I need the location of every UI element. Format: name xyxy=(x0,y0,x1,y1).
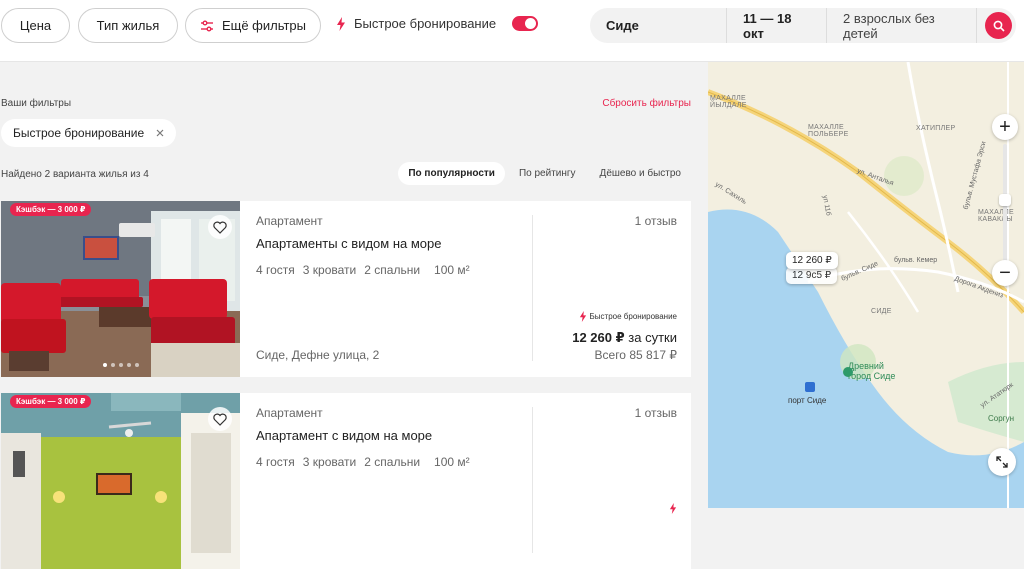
port-icon xyxy=(805,382,815,392)
price-unit: за сутки xyxy=(628,330,677,345)
more-filters-button[interactable]: Ещё фильтры xyxy=(185,8,321,43)
divider xyxy=(532,407,533,553)
map-price-pin[interactable]: 12 260 ₽ xyxy=(786,252,838,269)
results-count: Найдено 2 варианта жилья из 4 xyxy=(1,169,149,180)
listing-bedrooms: 2 спальни xyxy=(364,455,421,469)
cashback-badge: Кэшбэк — 3 000 ₽ xyxy=(10,395,92,408)
map[interactable]: МАХАЛЛЕ ЙЫЛДАЛЕ МАХАЛЛЕ ПОЛЬБЕРЕ ХАТИПЛЕ… xyxy=(708,62,1024,508)
search-icon xyxy=(993,20,1005,32)
more-filters-label: Ещё фильтры xyxy=(221,18,307,33)
active-filters-title: Ваши фильтры xyxy=(1,98,72,109)
search-dates-value: 11 — 18 окт xyxy=(743,10,792,41)
divider xyxy=(532,215,533,361)
price-filter-button[interactable]: Цена xyxy=(1,8,70,43)
search-location-value: Сиде xyxy=(606,18,639,33)
listing-bedrooms: 2 спальни xyxy=(364,263,421,277)
instant-booking-label: Быстрое бронирование xyxy=(354,16,497,31)
listing-area: 100 м² xyxy=(434,455,470,469)
housing-type-filter-button[interactable]: Тип жилья xyxy=(78,8,178,43)
poi-port[interactable]: порт Сиде xyxy=(788,396,826,405)
instant-booking-badge: Быстрое бронирование xyxy=(579,311,677,322)
listing-specs: 4 гостя 3 кровати 2 спальни 100 м² xyxy=(256,263,470,277)
listing-title[interactable]: Апартаменты с видом на море xyxy=(256,236,470,251)
listing-type: Апартамент xyxy=(256,406,323,420)
map-street: бульв. Кемер xyxy=(894,257,938,264)
listing-specs: 4 гостя 3 кровати 2 спальни 100 м² xyxy=(256,455,470,469)
lightning-icon xyxy=(669,503,677,514)
listing-info: Апартамент Апартаменты с видом на море 4… xyxy=(256,214,470,277)
lightning-icon xyxy=(579,311,586,322)
sort-popularity[interactable]: По популярности xyxy=(398,162,505,185)
zoom-out-button[interactable]: − xyxy=(992,260,1018,286)
listing-title[interactable]: Апартамент с видом на море xyxy=(256,428,470,443)
listing-beds: 3 кровати xyxy=(302,455,357,469)
poi-icon xyxy=(843,367,853,377)
search-dates[interactable]: 11 — 18 окт xyxy=(727,8,827,43)
listing-guests: 4 гостя xyxy=(256,455,295,469)
favorite-button[interactable] xyxy=(208,215,232,239)
map-label: ХАТИПЛЕР xyxy=(916,125,956,132)
lightning-icon xyxy=(337,16,345,31)
expand-icon xyxy=(996,456,1008,468)
listing-guests: 4 гостя xyxy=(256,263,295,277)
zoom-slider[interactable] xyxy=(999,144,1011,264)
sort-options: По популярности По рейтингу Дёшево и быс… xyxy=(398,162,691,185)
search-guests-value: 2 взрослых без детей xyxy=(843,10,935,41)
search-location[interactable]: Сиде xyxy=(590,8,727,43)
instant-booking-badge xyxy=(669,503,677,514)
living-room-photo xyxy=(1,393,240,569)
instant-booking-badge-label: Быстрое бронирование xyxy=(589,312,677,321)
cashback-badge: Кэшбэк — 3 000 ₽ xyxy=(10,203,92,216)
listing-reviews[interactable]: 1 отзыв xyxy=(635,406,677,420)
listing-photo[interactable]: Кэшбэк — 3 000 ₽ xyxy=(1,201,240,377)
listing-address: Сиде, Дефне улица, 2 xyxy=(256,348,380,362)
search-guests[interactable]: 2 взрослых без детей xyxy=(827,8,977,43)
listing-card[interactable]: Кэшбэк — 3 000 ₽ Апартамент Апартамент с… xyxy=(1,393,691,569)
results-panel: Ваши фильтры Сбросить фильтры Быстрое бр… xyxy=(0,62,708,569)
zoom-in-button[interactable]: + xyxy=(992,114,1018,140)
listing-price: 12 260 ₽ за сутки xyxy=(572,330,677,346)
housing-type-label: Тип жилья xyxy=(96,18,160,33)
listing-type: Апартамент xyxy=(256,214,323,228)
heart-icon xyxy=(213,413,227,426)
listing-reviews[interactable]: 1 отзыв xyxy=(635,214,677,228)
poi-ancient-city[interactable]: Древний город Сиде xyxy=(848,361,895,382)
map-price-pin[interactable]: 12 9с5 ₽ xyxy=(786,267,838,284)
favorite-button[interactable] xyxy=(208,407,232,431)
map-label: МАХАЛЛЕ КАВАКЛЫ xyxy=(978,209,1014,223)
instant-booking-toggle-group: Быстрое бронирование xyxy=(336,16,539,31)
price-filter-label: Цена xyxy=(19,18,52,33)
sort-cheap-fast[interactable]: Дёшево и быстро xyxy=(590,162,691,185)
expand-map-button[interactable] xyxy=(988,448,1016,476)
search-button[interactable] xyxy=(985,12,1012,39)
filter-chip-label: Быстрое бронирование xyxy=(13,126,145,140)
reset-filters-link[interactable]: Сбросить фильтры xyxy=(602,98,691,109)
listing-info: Апартамент Апартамент с видом на море 4 … xyxy=(256,406,470,469)
listing-beds: 3 кровати xyxy=(302,263,357,277)
instant-booking-toggle[interactable] xyxy=(512,16,539,31)
close-icon[interactable] xyxy=(156,129,164,137)
living-room-photo xyxy=(1,201,240,377)
filter-chip-instant-booking[interactable]: Быстрое бронирование xyxy=(1,119,177,147)
map-label: МАХАЛЛЕ ЙЫЛДАЛЕ xyxy=(710,95,747,109)
sliders-icon xyxy=(200,20,213,31)
zoom-handle[interactable] xyxy=(999,194,1011,206)
listing-photo[interactable]: Кэшбэк — 3 000 ₽ xyxy=(1,393,240,569)
listing-area: 100 м² xyxy=(434,263,470,277)
map-label: МАХАЛЛЕ ПОЛЬБЕРЕ xyxy=(808,124,849,138)
listing-total: Всего 85 817 ₽ xyxy=(594,348,677,362)
sort-rating[interactable]: По рейтингу xyxy=(509,162,586,185)
listing-card[interactable]: Кэшбэк — 3 000 ₽ Апартамент Апартаменты … xyxy=(1,201,691,377)
top-bar: Цена Тип жилья Ещё фильтры Быстрое брони… xyxy=(0,0,1024,62)
price-value: 12 260 ₽ xyxy=(572,330,625,345)
heart-icon xyxy=(213,221,227,234)
map-label: Соргун xyxy=(988,414,1015,423)
search-bar[interactable]: Сиде 11 — 18 окт 2 взрослых без детей xyxy=(590,8,1016,43)
map-label: СИДЕ xyxy=(871,308,892,315)
photo-dots xyxy=(103,363,139,367)
